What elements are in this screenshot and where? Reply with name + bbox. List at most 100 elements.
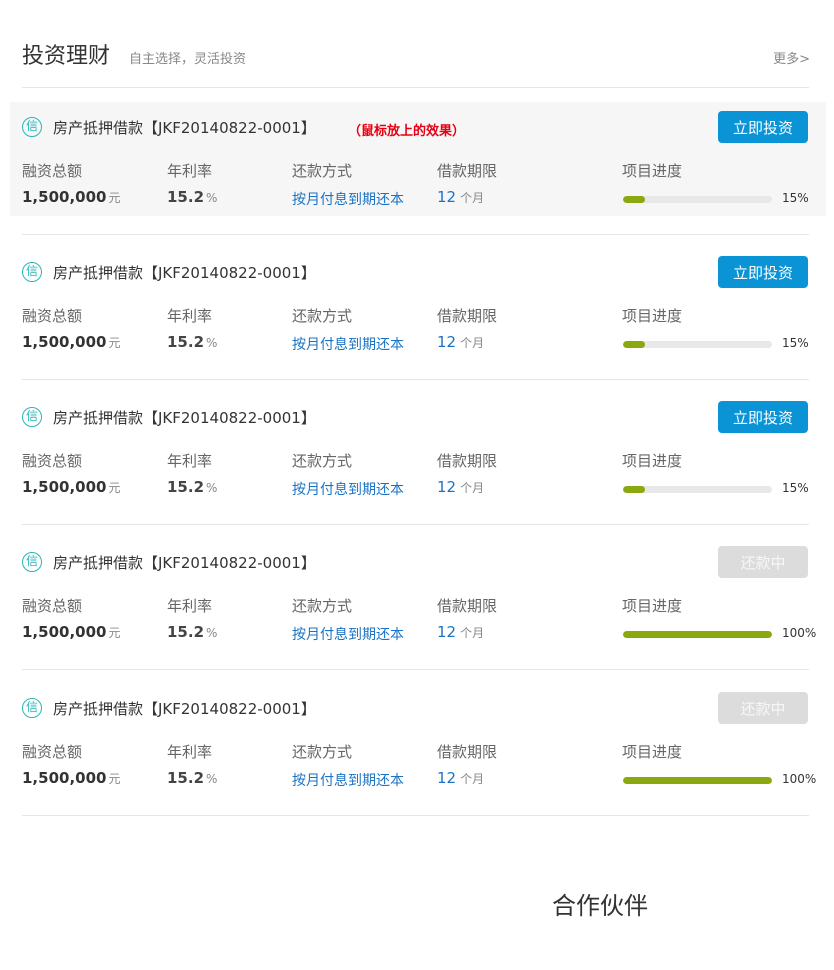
- credit-badge-icon: 信: [22, 698, 42, 718]
- amount-label: 融资总额: [22, 743, 83, 761]
- rate-unit: %: [206, 772, 218, 786]
- credit-badge-icon: 信: [22, 407, 42, 427]
- hover-note: （鼠标放上的效果）: [348, 124, 466, 139]
- amount-label: 融资总额: [22, 162, 83, 180]
- progress-percent: 100%: [782, 772, 817, 786]
- repayment-method-link[interactable]: 按月付息到期还本: [292, 479, 404, 499]
- loan-title[interactable]: 房产抵押借款【JKF20140822-0001】: [53, 552, 316, 573]
- rate-label: 年利率: [167, 162, 213, 180]
- rate-unit: %: [206, 336, 218, 350]
- amount-number: 1,500,000: [22, 188, 107, 206]
- card-divider: [22, 669, 809, 670]
- method-label: 还款方式: [292, 307, 353, 325]
- card-divider: [22, 815, 809, 816]
- more-link[interactable]: 更多>: [773, 48, 810, 67]
- progress-percent: 15%: [782, 336, 809, 350]
- invest-now-button[interactable]: 立即投资: [718, 111, 808, 143]
- repayment-method-link[interactable]: 按月付息到期还本: [292, 770, 404, 790]
- progress-fill: [623, 631, 772, 638]
- rate-label: 年利率: [167, 743, 213, 761]
- progress-bar: [623, 486, 772, 493]
- term-label: 借款期限: [437, 597, 498, 615]
- amount-value: 1,500,000 元: [22, 623, 120, 641]
- amount-value: 1,500,000 元: [22, 478, 120, 496]
- amount-number: 1,500,000: [22, 769, 107, 787]
- progress-fill: [623, 341, 646, 348]
- term-number: 12: [437, 769, 457, 787]
- term-unit: 个月: [460, 772, 485, 786]
- progress-bar: [623, 341, 772, 348]
- loan-card[interactable]: 信房产抵押借款【JKF20140822-0001】 （鼠标放上的效果） 立即投资融资…: [10, 102, 826, 235]
- rate-number: 15.2: [167, 478, 205, 496]
- loan-title[interactable]: 房产抵押借款【JKF20140822-0001】: [53, 407, 316, 428]
- loan-card[interactable]: 信房产抵押借款【JKF20140822-0001】 立即投资融资总额 年利率 还款方式…: [10, 247, 826, 380]
- term-value: 12 个月: [437, 333, 484, 351]
- amount-label: 融资总额: [22, 597, 83, 615]
- term-value: 12 个月: [437, 769, 484, 787]
- loan-title[interactable]: 房产抵押借款【JKF20140822-0001】: [53, 262, 316, 283]
- card-divider: [22, 379, 809, 380]
- amount-number: 1,500,000: [22, 623, 107, 641]
- progress-fill: [623, 196, 646, 203]
- amount-number: 1,500,000: [22, 478, 107, 496]
- amount-value: 1,500,000 元: [22, 769, 120, 787]
- amount-value: 1,500,000 元: [22, 188, 120, 206]
- progress-percent: 100%: [782, 626, 817, 640]
- rate-unit: %: [206, 481, 218, 495]
- rate-value: 15.2%: [167, 188, 217, 206]
- loan-card[interactable]: 信房产抵押借款【JKF20140822-0001】 还款中融资总额 年利率 还款方式 借…: [10, 683, 826, 816]
- rate-unit: %: [206, 191, 218, 205]
- amount-unit: 元: [108, 626, 121, 640]
- repaying-status-button: 还款中: [718, 546, 808, 578]
- repaying-status-button: 还款中: [718, 692, 808, 724]
- progress-percent: 15%: [782, 191, 809, 205]
- term-value: 12 个月: [437, 623, 484, 641]
- term-number: 12: [437, 478, 457, 496]
- term-value: 12 个月: [437, 188, 484, 206]
- amount-unit: 元: [108, 772, 121, 786]
- term-label: 借款期限: [437, 162, 498, 180]
- amount-label: 融资总额: [22, 452, 83, 470]
- term-number: 12: [437, 188, 457, 206]
- loan-card[interactable]: 信房产抵押借款【JKF20140822-0001】 立即投资 融资总额 年利率 还款方式…: [10, 392, 826, 525]
- rate-label: 年利率: [167, 452, 213, 470]
- section-title: 投资理财: [22, 44, 111, 69]
- amount-number: 1,500,000: [22, 333, 107, 351]
- rate-value: 15.2%: [167, 769, 217, 787]
- loan-title[interactable]: 房产抵押借款【JKF20140822-0001】: [53, 117, 316, 138]
- credit-badge-icon: 信: [22, 117, 42, 137]
- term-number: 12: [437, 623, 457, 641]
- amount-label: 融资总额: [22, 307, 83, 325]
- progress-fill: [623, 777, 772, 784]
- progress-label: 项目进度: [622, 162, 683, 180]
- partners-title: 合作伙伴: [552, 892, 648, 920]
- card-divider: [22, 524, 809, 525]
- progress-label: 项目进度: [622, 743, 683, 761]
- rate-label: 年利率: [167, 307, 213, 325]
- term-number: 12: [437, 333, 457, 351]
- rate-value: 15.2%: [167, 333, 217, 351]
- loan-card[interactable]: 信房产抵押借款【JKF20140822-0001】 还款中 融资总额 年利率 还款方式 借…: [10, 537, 826, 670]
- repayment-method-link[interactable]: 按月付息到期还本: [292, 189, 404, 209]
- term-label: 借款期限: [437, 743, 498, 761]
- method-label: 还款方式: [292, 743, 353, 761]
- credit-badge-icon: 信: [22, 552, 42, 572]
- method-label: 还款方式: [292, 597, 353, 615]
- repayment-method-link[interactable]: 按月付息到期还本: [292, 334, 404, 354]
- credit-badge-icon: 信: [22, 262, 42, 282]
- amount-unit: 元: [108, 191, 121, 205]
- progress-label: 项目进度: [622, 452, 683, 470]
- term-label: 借款期限: [437, 307, 498, 325]
- progress-bar: [623, 631, 772, 638]
- term-unit: 个月: [460, 191, 485, 205]
- page: 投资理财 自主选择，灵活投资 更多> 信房产抵押借款【JKF20140822-0…: [0, 0, 834, 970]
- term-unit: 个月: [460, 336, 485, 350]
- invest-now-button[interactable]: 立即投资: [718, 256, 808, 288]
- invest-now-button[interactable]: 立即投资: [718, 401, 808, 433]
- rate-number: 15.2: [167, 188, 205, 206]
- rate-number: 15.2: [167, 333, 205, 351]
- header-divider: [22, 87, 809, 88]
- repayment-method-link[interactable]: 按月付息到期还本: [292, 624, 404, 644]
- loan-title[interactable]: 房产抵押借款【JKF20140822-0001】: [53, 698, 316, 719]
- progress-bar: [623, 196, 772, 203]
